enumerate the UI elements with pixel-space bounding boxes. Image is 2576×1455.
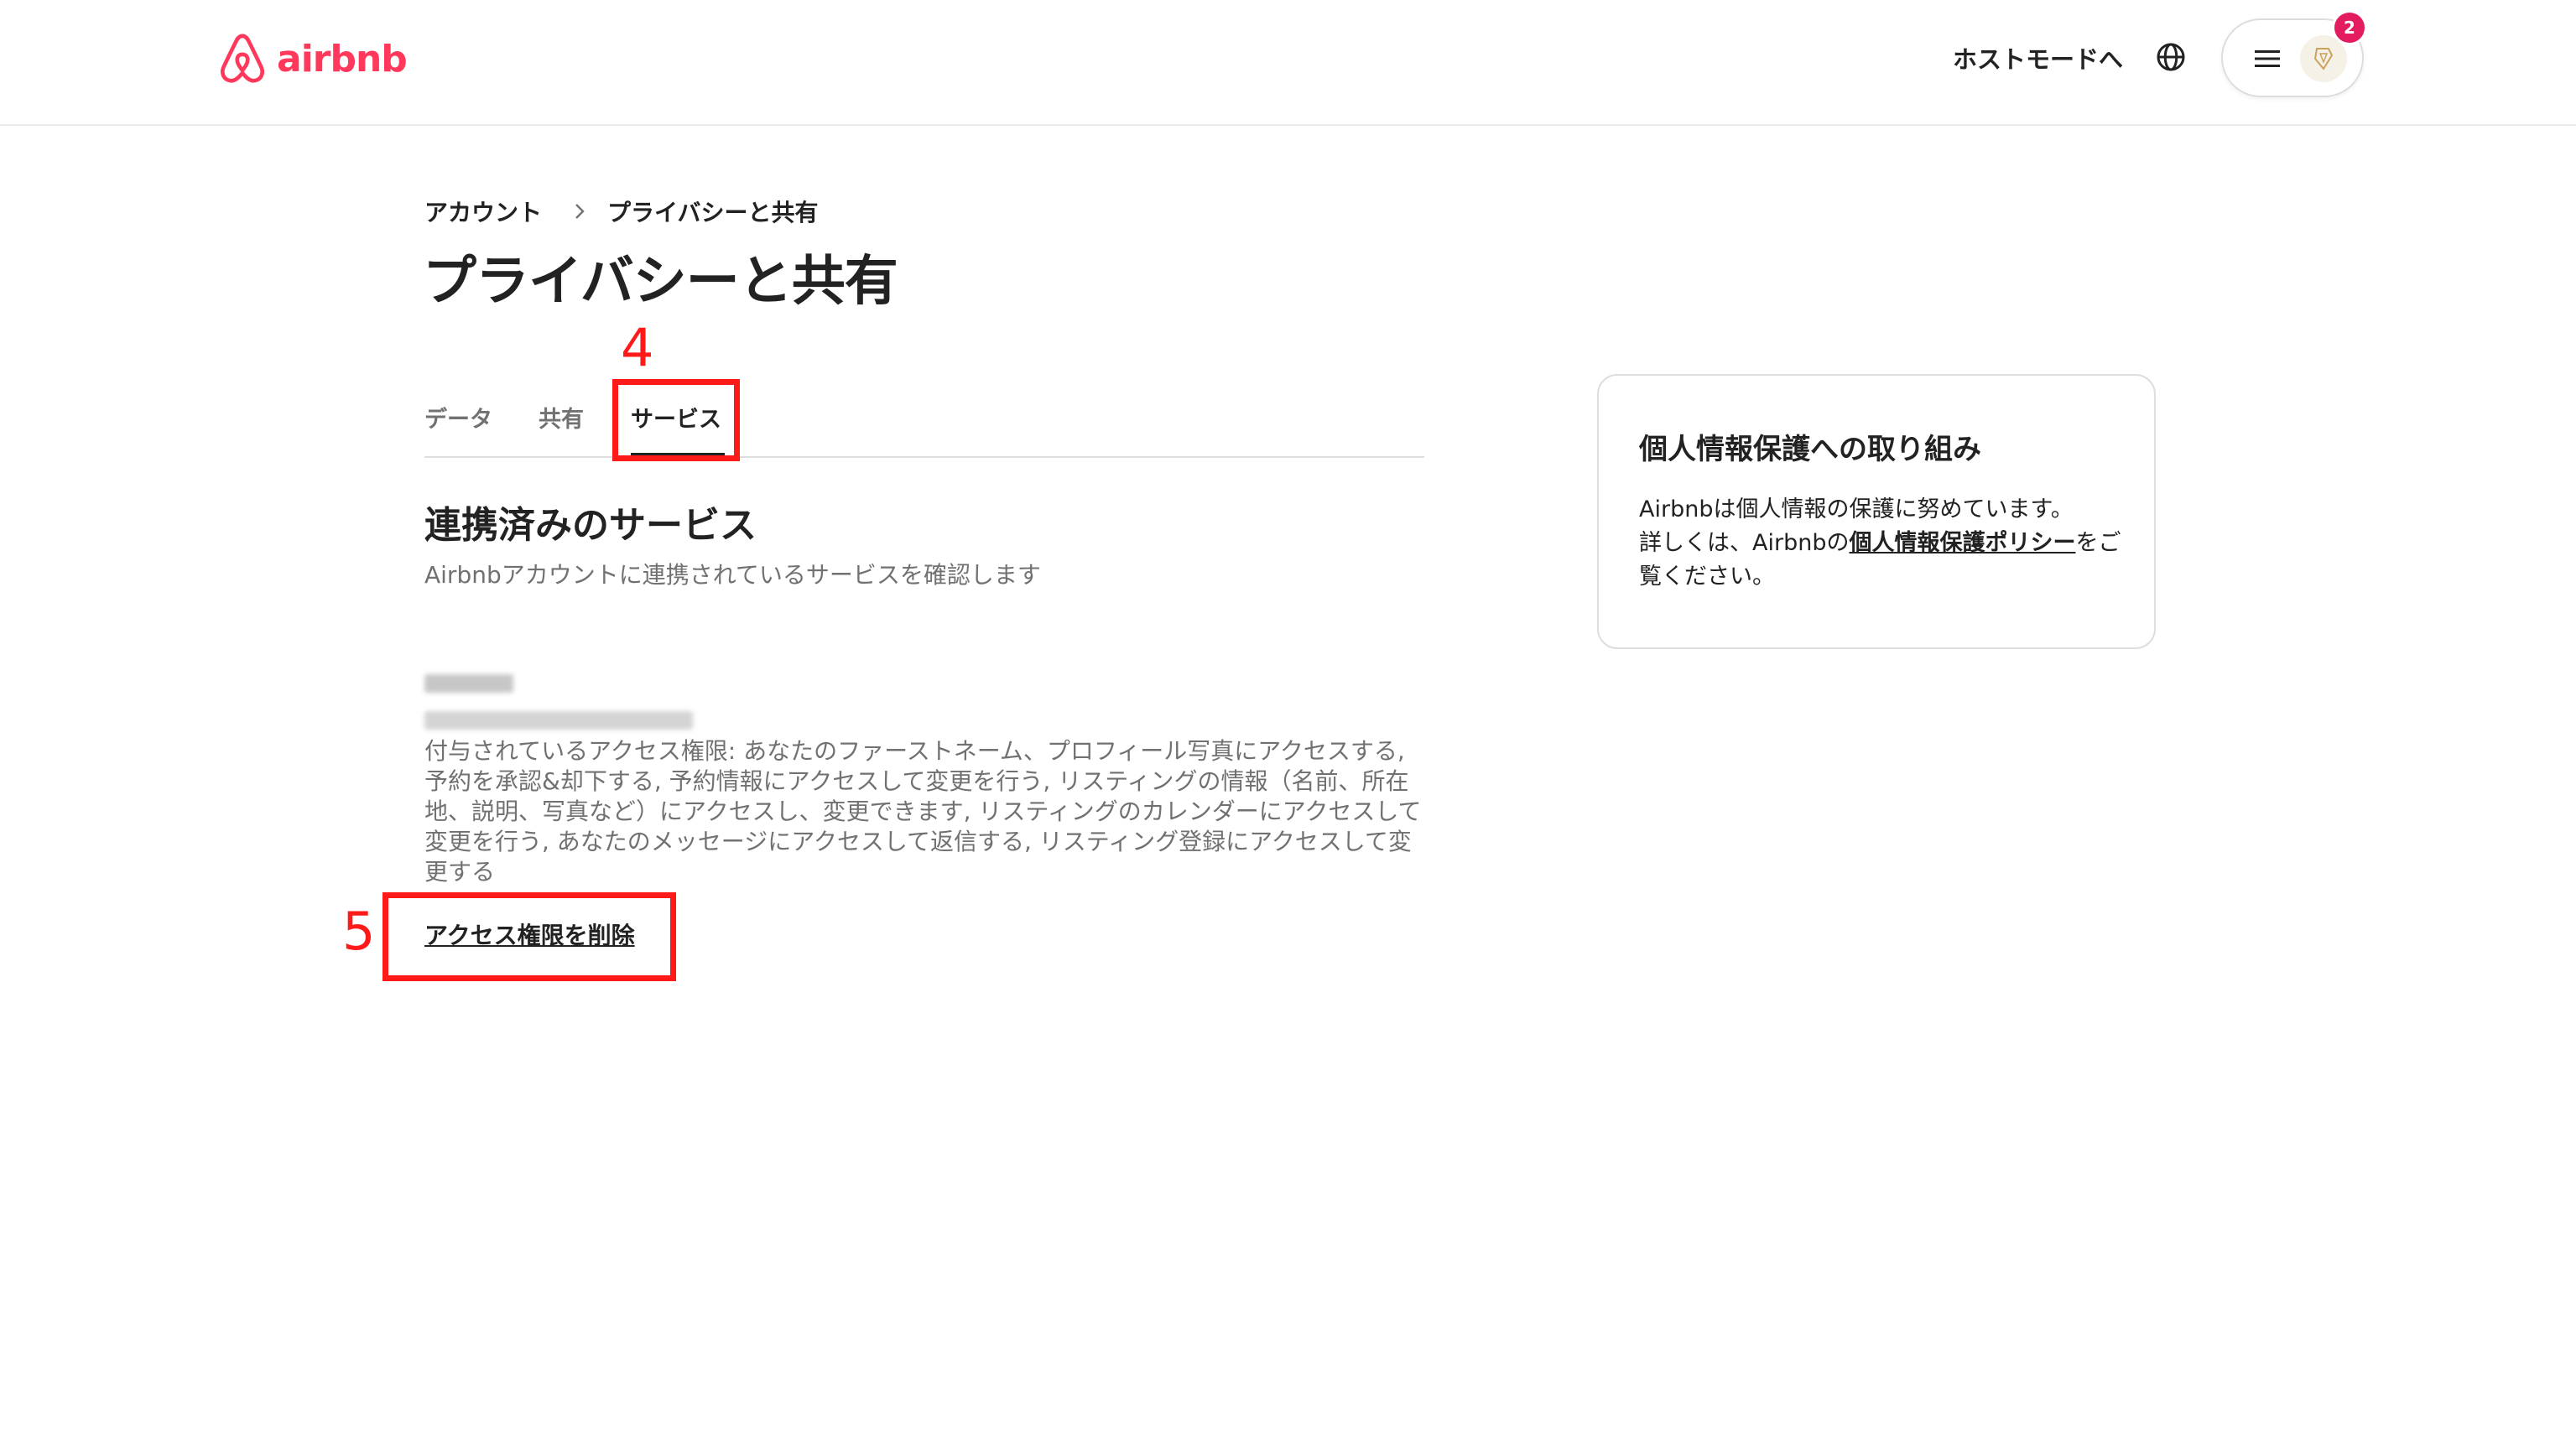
tab-bar: データ 共有 サービス xyxy=(424,392,1424,458)
breadcrumb: アカウント プライバシーと共有 xyxy=(424,195,818,228)
remove-access-link[interactable]: アクセス権限を削除 xyxy=(424,917,635,951)
highlight-box-services-tab xyxy=(612,379,740,461)
card-body: Airbnbは個人情報の保護に努めています。 詳しくは、Airbnbの個人情報保… xyxy=(1639,493,2134,594)
step-4-annotation: 4 xyxy=(621,317,654,378)
brand-name: airbnb xyxy=(277,37,408,81)
card-body-line1: Airbnbは個人情報の保護に努めています。 xyxy=(1639,496,2074,522)
host-mode-link[interactable]: ホストモードへ xyxy=(1953,40,2123,75)
breadcrumb-privacy: プライバシーと共有 xyxy=(607,199,819,226)
step-5-annotation: 5 xyxy=(342,901,376,962)
airbnb-logo-icon xyxy=(221,34,264,83)
card-body-prefix: 詳しくは、Airbnbの xyxy=(1639,530,1850,556)
tab-divider xyxy=(424,456,1424,458)
section-subtitle: Airbnbアカウントに連携されているサービスを確認します xyxy=(424,561,1041,589)
tab-data[interactable]: データ xyxy=(424,401,492,434)
tab-sharing[interactable]: 共有 xyxy=(539,401,584,434)
redacted-service-name xyxy=(424,674,513,693)
top-navigation-bar: airbnb ホストモードへ 2 xyxy=(0,0,2576,126)
page-title: プライバシーと共有 xyxy=(423,251,898,313)
airbnb-logo[interactable]: airbnb xyxy=(216,30,408,87)
permissions-text: 付与されているアクセス権限: あなたのファーストネーム、プロフィール写真にアクセ… xyxy=(424,737,1422,886)
privacy-policy-link[interactable]: 個人情報保護ポリシー xyxy=(1849,530,2075,556)
redacted-service-detail xyxy=(424,711,693,730)
hamburger-icon xyxy=(2255,50,2280,67)
notification-badge: 2 xyxy=(2332,10,2367,45)
globe-icon[interactable] xyxy=(2156,42,2186,72)
chevron-right-icon xyxy=(575,204,585,219)
privacy-info-card: 個人情報保護への取り組み Airbnbは個人情報の保護に努めています。 詳しくは… xyxy=(1597,374,2156,649)
card-title: 個人情報保護への取り組み xyxy=(1639,433,1981,466)
breadcrumb-account[interactable]: アカウント xyxy=(424,195,542,228)
user-menu-button[interactable]: 2 xyxy=(2221,10,2367,97)
section-title: 連携済みのサービス xyxy=(424,504,757,547)
